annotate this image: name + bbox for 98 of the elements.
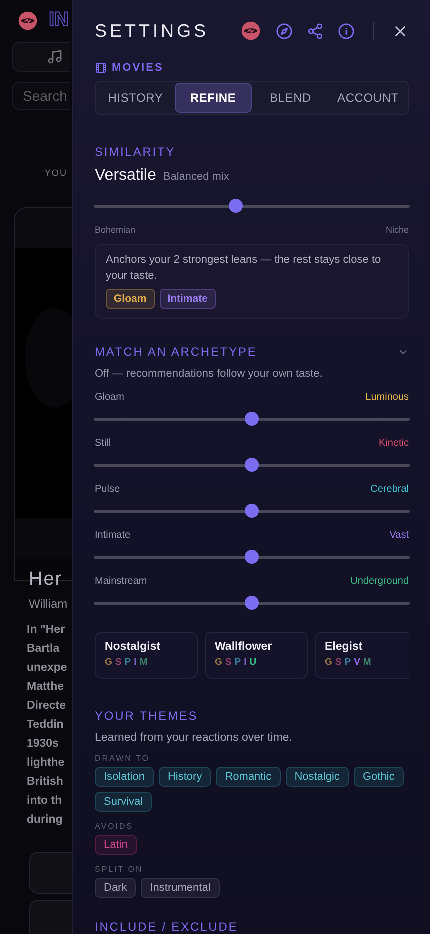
section-heading: YOUR THEMES <box>95 709 200 723</box>
trait-letter: I <box>244 657 247 668</box>
group-label: SPLIT ON <box>95 865 144 874</box>
description-line: In "Her <box>27 623 66 638</box>
info-icon[interactable] <box>338 22 355 40</box>
trait-letter: M <box>140 657 148 668</box>
theme-tag: Latin <box>95 835 137 855</box>
group-label: AVOIDS <box>95 822 135 831</box>
theme-tag: Gothic <box>354 767 404 787</box>
themes-description: Learned from your reactions over time. <box>95 732 294 744</box>
description-line: during <box>27 813 64 828</box>
archetype-card[interactable]: Nostalgist G S P I M <box>95 632 198 679</box>
description-line: lighthe <box>27 756 66 771</box>
logo-icon <box>17 10 39 32</box>
archetype-name: Nostalgist <box>105 641 162 653</box>
slider[interactable] <box>94 596 410 610</box>
slider-label: Mainstream <box>95 576 148 587</box>
slider-label: Pulse <box>95 484 120 495</box>
archetype-card[interactable]: Wallflower G S P I U <box>205 632 308 679</box>
movie-director: William <box>29 597 69 611</box>
slider-label: Cerebral <box>370 484 409 495</box>
brand-name: IN <box>49 9 69 32</box>
section-heading: SIMILARITY <box>95 145 177 159</box>
description-line: Teddin <box>27 718 65 733</box>
similarity-note: Balanced mix <box>163 171 230 183</box>
trait-letter: V <box>354 657 360 668</box>
trait-letter: S <box>335 657 342 668</box>
range-label: Niche <box>386 225 409 235</box>
slider[interactable] <box>94 199 410 213</box>
theme-tag: Dark <box>95 878 136 898</box>
tab[interactable]: BLEND <box>252 83 330 113</box>
trait-letter: U <box>250 657 257 668</box>
trait-letter: P <box>234 657 242 668</box>
tag: Gloam <box>106 289 155 309</box>
tab[interactable]: ACCOUNT <box>330 83 407 113</box>
tag: Intimate <box>160 289 216 309</box>
slider[interactable] <box>94 412 410 426</box>
section-label: YOU <box>45 168 69 178</box>
trait-letter: G <box>325 657 332 668</box>
trait-letter: G <box>215 657 222 668</box>
slider-thumb[interactable] <box>245 550 259 564</box>
description-line: Directe <box>27 699 67 714</box>
slider-label: Vast <box>390 530 409 541</box>
movie-title: Her <box>29 569 64 591</box>
description-line: into th <box>27 794 64 809</box>
description-line: Matthe <box>27 680 66 695</box>
film-icon <box>95 62 107 74</box>
group-label: DRAWN TO <box>95 754 151 763</box>
trait-letter: I <box>134 657 137 668</box>
theme-tag: Instrumental <box>141 878 220 898</box>
theme-tag: Nostalgic <box>286 767 349 787</box>
category-label: MOVIES <box>112 62 164 74</box>
slider-thumb[interactable] <box>245 596 259 610</box>
slider-label: Kinetic <box>378 438 409 449</box>
trait-letter: S <box>115 657 122 668</box>
description-line: Bartla <box>27 642 61 657</box>
panel-title: SETTINGS <box>95 20 210 42</box>
archetype-card[interactable]: Elegist G S P V M <box>315 632 409 679</box>
search-field[interactable]: Search <box>12 82 70 110</box>
music-note-icon <box>47 49 63 65</box>
info-text: Anchors your 2 strongest leans — the rest stays close to your taste. <box>106 253 382 284</box>
trait-letter: P <box>124 657 132 668</box>
slider-thumb[interactable] <box>245 504 259 518</box>
archetype-name: Elegist <box>325 641 364 653</box>
trait-letter: P <box>344 657 352 668</box>
theme-tag: Survival <box>95 792 152 812</box>
compass-icon[interactable] <box>276 22 293 40</box>
description-line: unexpe <box>27 661 68 676</box>
slider-thumb[interactable] <box>245 458 259 472</box>
slider-label: Intimate <box>95 530 131 541</box>
range-label: Bohemian <box>95 225 136 235</box>
theme-tag: History <box>158 767 212 787</box>
theme-tag: Romantic <box>216 767 281 787</box>
section-heading: INCLUDE / EXCLUDE <box>95 920 240 934</box>
similarity-value: Versatile <box>95 167 156 185</box>
section-heading: MATCH AN ARCHETYPE <box>95 345 258 359</box>
music-button[interactable] <box>12 42 70 72</box>
share-icon[interactable] <box>307 22 324 40</box>
archetype-status: Off — recommendations follow your own taste. <box>95 368 324 380</box>
slider-label: Luminous <box>366 392 409 403</box>
slider-label: Still <box>95 438 112 449</box>
slider-label: Gloam <box>95 392 124 403</box>
trait-letter: M <box>363 657 372 668</box>
theme-tag: Isolation <box>95 767 154 787</box>
trait-letter: G <box>105 657 112 668</box>
slider-thumb[interactable] <box>245 412 259 426</box>
description-line: British <box>27 775 64 790</box>
trait-letter: S <box>225 657 232 668</box>
tab[interactable]: REFINE <box>174 83 252 113</box>
archetype-name: Wallflower <box>215 641 274 653</box>
slider-thumb[interactable] <box>229 199 244 213</box>
slider[interactable] <box>94 458 410 472</box>
tab[interactable]: HISTORY <box>97 83 174 113</box>
slider[interactable] <box>94 550 410 564</box>
slider[interactable] <box>94 504 410 518</box>
logo-icon <box>240 20 262 42</box>
description-line: 1930s <box>27 737 60 752</box>
slider-label: Underground <box>350 576 409 587</box>
